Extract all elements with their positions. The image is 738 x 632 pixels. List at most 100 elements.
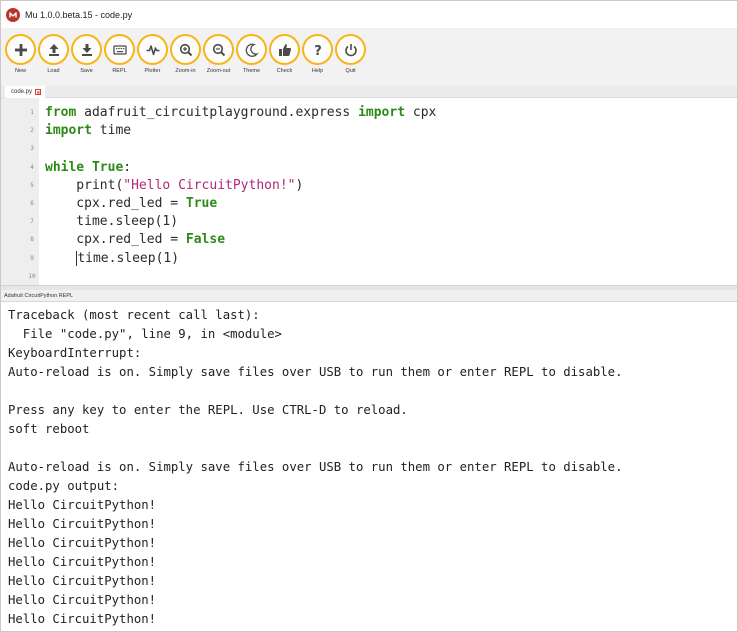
save-button-label: Save <box>80 68 93 74</box>
upload-icon <box>48 43 59 56</box>
line-number: 7 <box>30 218 34 226</box>
theme-button-label: Theme <box>242 68 261 74</box>
repl-button-label: REPL <box>112 68 127 74</box>
line-number: 5 <box>30 181 34 189</box>
line-number: 1 <box>30 109 34 116</box>
code-token: False <box>185 232 226 248</box>
line-number: 3 <box>30 145 34 153</box>
line-number: 4 <box>30 163 34 171</box>
pulse-icon <box>146 44 159 55</box>
mu-logo-icon <box>6 7 20 22</box>
repl-line <box>8 439 737 458</box>
code-line: print("Hello CircuitPython!") <box>45 177 737 195</box>
repl-line <box>8 382 737 401</box>
code-editor[interactable]: 1 2 3 4 5 6 7 8 9 10 from adafruit_circuitplaygro… <box>1 98 737 285</box>
repl-line: Traceback (most recent call last): <box>8 308 260 322</box>
repl-panel-title: Adafruit CircuitPython REPL <box>1 290 737 302</box>
quit-button[interactable]: Quit <box>335 28 366 74</box>
load-button-label: Load <box>47 68 60 74</box>
line-number: 2 <box>30 127 34 135</box>
code-token: adafruit_circuitplayground.express <box>76 105 359 120</box>
thumbs-up-icon <box>278 43 291 56</box>
code-area[interactable]: from adafruit_circuitplayground.express … <box>39 98 737 285</box>
save-button[interactable]: Save <box>71 28 102 74</box>
question-icon: ? <box>314 44 322 58</box>
plotter-button[interactable]: Plotter <box>137 28 168 74</box>
zoom-out-button[interactable]: Zoom-out <box>203 28 234 74</box>
code-token: : <box>123 159 132 175</box>
new-button-label: New <box>14 68 26 74</box>
repl-line: Hello CircuitPython! <box>8 536 157 550</box>
tab-strip: code.py <box>1 86 737 98</box>
line-number: 9 <box>30 254 34 262</box>
code-line: from adafruit_circuitplayground.express … <box>45 104 737 122</box>
zoom-in-button[interactable]: Zoom-in <box>170 28 201 74</box>
zoom-in-button-label: Zoom-in <box>175 68 196 74</box>
code-token: cpx.red_led = <box>45 195 186 211</box>
repl-button[interactable]: REPL <box>104 28 135 74</box>
repl-line: KeyboardInterrupt: <box>8 346 142 360</box>
zoom-out-button-label: Zoom-out <box>206 68 231 74</box>
keyboard-icon <box>112 44 127 55</box>
download-icon <box>81 43 92 56</box>
code-token: True <box>91 159 124 175</box>
mu-editor-window: Mu 1.0.0.beta.15 - code.py New Load Save… <box>0 0 738 632</box>
repl-line: soft reboot <box>8 422 90 436</box>
toolbar: New Load Save REPL Plotter Zoom-in Zoom-… <box>1 28 737 86</box>
line-number: 6 <box>30 199 34 207</box>
theme-button[interactable]: Theme <box>236 28 267 74</box>
code-token: time.sleep(1) <box>45 214 179 230</box>
code-token: from <box>45 105 77 120</box>
code-token: True <box>185 195 218 211</box>
zoom-in-icon <box>179 43 192 56</box>
help-button-label: Help <box>311 68 324 74</box>
window-title: Mu 1.0.0.beta.15 - code.py <box>25 9 133 20</box>
code-line: import time <box>45 122 737 140</box>
code-token: "Hello CircuitPython!" <box>123 177 296 193</box>
repl-line: File "code.py", line 9, in <module> <box>8 327 282 341</box>
code-line: time.sleep(1) <box>45 250 737 268</box>
code-token: cpx.red_led = <box>45 232 186 248</box>
code-token: cpx <box>405 105 437 120</box>
svg-text:?: ? <box>314 44 322 58</box>
plotter-button-label: Plotter <box>144 68 161 74</box>
code-line: cpx.red_led = False <box>45 231 737 249</box>
quit-button-label: Quit <box>345 68 356 74</box>
code-line: while True: <box>45 159 737 177</box>
title-bar[interactable]: Mu 1.0.0.beta.15 - code.py <box>1 1 737 28</box>
moon-icon <box>245 43 259 57</box>
repl-line: code.py output: <box>8 479 120 493</box>
code-token: import <box>358 105 406 120</box>
repl-line: Hello CircuitPython! <box>8 593 157 607</box>
zoom-out-icon <box>212 43 225 56</box>
new-button[interactable]: New <box>5 28 36 74</box>
repl-line: Hello CircuitPython! <box>8 498 157 512</box>
help-button[interactable]: ? Help <box>302 28 333 74</box>
power-icon <box>344 43 357 56</box>
line-number-gutter: 1 2 3 4 5 6 7 8 9 10 <box>1 98 39 285</box>
load-button[interactable]: Load <box>38 28 69 74</box>
code-line: time.sleep(1) <box>45 213 737 231</box>
line-number: 10 <box>28 272 36 280</box>
tab-code-py[interactable]: code.py <box>5 86 46 98</box>
code-line: cpx.red_led = True <box>45 195 737 213</box>
code-token: time.sleep(1) <box>76 250 180 266</box>
check-button-label: Check <box>276 68 293 74</box>
code-token: while <box>45 159 85 175</box>
close-icon[interactable] <box>35 89 42 95</box>
plus-icon <box>14 43 27 56</box>
repl-output[interactable]: Traceback (most recent call last): File … <box>1 302 737 631</box>
repl-line: Hello CircuitPython! <box>8 517 157 531</box>
code-token: ) <box>295 177 304 193</box>
repl-line: Auto-reload is on. Simply save files ove… <box>8 365 623 379</box>
repl-line: Auto-reload is on. Simply save files ove… <box>8 460 623 474</box>
repl-line: Hello CircuitPython! <box>8 612 157 626</box>
check-button[interactable]: Check <box>269 28 300 74</box>
tab-label: code.py <box>11 89 33 95</box>
repl-line: Press any key to enter the REPL. Use CTR… <box>8 403 408 417</box>
repl-line: Hello CircuitPython! <box>8 555 157 569</box>
line-number: 8 <box>30 236 34 244</box>
